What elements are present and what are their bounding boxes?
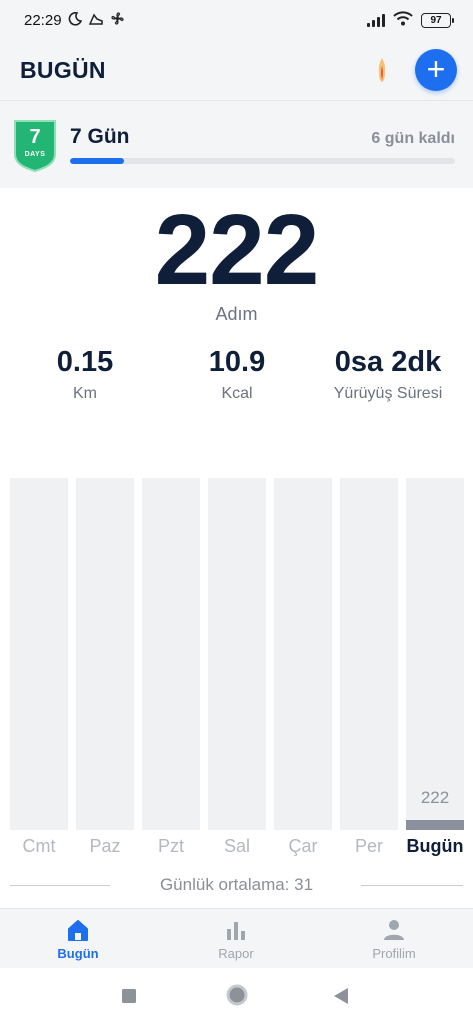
chart-bar-track: 222: [406, 478, 464, 830]
chart-day-label: Bugün: [406, 836, 464, 856]
chart-bar-track: [76, 478, 134, 830]
daily-average: Günlük ortalama: 31: [0, 872, 473, 898]
recents-square-icon[interactable]: [122, 989, 136, 1008]
plus-icon: +: [426, 50, 446, 87]
home-circle-icon[interactable]: [226, 984, 248, 1011]
battery-icon: 97: [421, 12, 454, 28]
steps-label: Adım: [215, 304, 258, 324]
chart-day-label: Pzt: [157, 836, 184, 856]
chart-day-label: Cmt: [22, 836, 56, 856]
stat-distance: 0.15 Km: [5, 346, 165, 403]
stat-calories-value: 10.9: [208, 346, 266, 378]
home-icon: [28, 917, 128, 941]
steps-count: 222: [154, 194, 320, 306]
header: BUGÜN +: [0, 40, 473, 100]
badge-number: 7: [29, 125, 41, 148]
daily-average-text: Günlük ortalama: 31: [151, 875, 322, 895]
add-button[interactable]: +: [415, 49, 457, 91]
signal-icon: [367, 13, 385, 27]
challenge-card[interactable]: 7 DAYS 7 Gün 6 gün kaldı: [0, 100, 473, 188]
bar-chart-icon: [186, 917, 286, 941]
shoe-icon: [88, 12, 104, 29]
system-nav-bar: [0, 968, 473, 1024]
status-right: 97: [367, 10, 454, 30]
profile-icon: [344, 917, 444, 941]
chart-day-label: Paz: [89, 836, 121, 856]
chart-bar-track: [208, 478, 266, 830]
nav-label-profile: Profilim: [372, 946, 416, 961]
flame-icon[interactable]: [375, 56, 389, 84]
chart-bar-track: [10, 478, 68, 830]
stat-calories-label: Kcal: [221, 385, 253, 402]
wifi-icon: [393, 10, 413, 30]
chart-day-labels: Cmt Paz Pzt Sal Çar Per Bugün: [0, 836, 473, 860]
stat-walk-time: 0sa 2dk Yürüyüş Süresi: [308, 346, 468, 403]
challenge-title: 7 Gün: [70, 125, 130, 148]
badge-label: DAYS: [24, 150, 46, 158]
chart-bar-track: [340, 478, 398, 830]
weekly-steps-chart: 222: [0, 478, 473, 830]
average-divider-right: [361, 885, 463, 886]
stat-calories: 10.9 Kcal: [157, 346, 317, 403]
challenge-remaining: 6 gün kaldı: [371, 130, 455, 147]
moon-icon: [68, 11, 82, 29]
challenge-progress-track: [70, 158, 455, 164]
chart-bar: [406, 820, 464, 830]
header-actions: +: [375, 49, 457, 91]
challenge-top: 7 Gün 6 gün kaldı: [70, 125, 455, 149]
nav-label-today: Bugün: [57, 946, 99, 961]
back-triangle-icon[interactable]: [334, 988, 348, 1009]
days-badge-icon: 7 DAYS: [12, 118, 58, 172]
bottom-nav: Bugün Rapor Profilim: [0, 908, 473, 968]
nav-item-report[interactable]: Rapor: [186, 917, 286, 961]
status-bar: 22:29 97: [0, 0, 473, 40]
status-time: 22:29: [24, 11, 62, 29]
average-divider-left: [10, 885, 110, 886]
nav-item-profile[interactable]: Profilim: [344, 917, 444, 961]
stat-walk-time-label: Yürüyüş Süresi: [333, 385, 443, 402]
chart-day-label: Per: [354, 836, 383, 856]
fan-icon: [110, 11, 125, 29]
stat-distance-label: Km: [73, 385, 97, 402]
battery-level: 97: [430, 14, 442, 26]
chart-day-label: Çar: [288, 836, 318, 856]
chart-bar-track: [274, 478, 332, 830]
chart-day-label: Sal: [223, 836, 250, 856]
challenge-progress-fill: [70, 158, 124, 164]
stats-row: 0.15 Km 10.9 Kcal 0sa 2dk Yürüyüş Süresi: [0, 346, 473, 410]
chart-bar-track: [142, 478, 200, 830]
nav-label-report: Rapor: [218, 946, 254, 961]
nav-item-today[interactable]: Bugün: [28, 917, 128, 961]
stat-distance-value: 0.15: [56, 346, 114, 378]
page-title: BUGÜN: [20, 56, 106, 83]
chart-bar-value-label: 222: [420, 788, 450, 807]
stat-walk-time-value: 0sa 2dk: [334, 346, 442, 378]
status-left: 22:29: [24, 11, 125, 29]
challenge-body: 7 Gün 6 gün kaldı: [70, 125, 455, 164]
